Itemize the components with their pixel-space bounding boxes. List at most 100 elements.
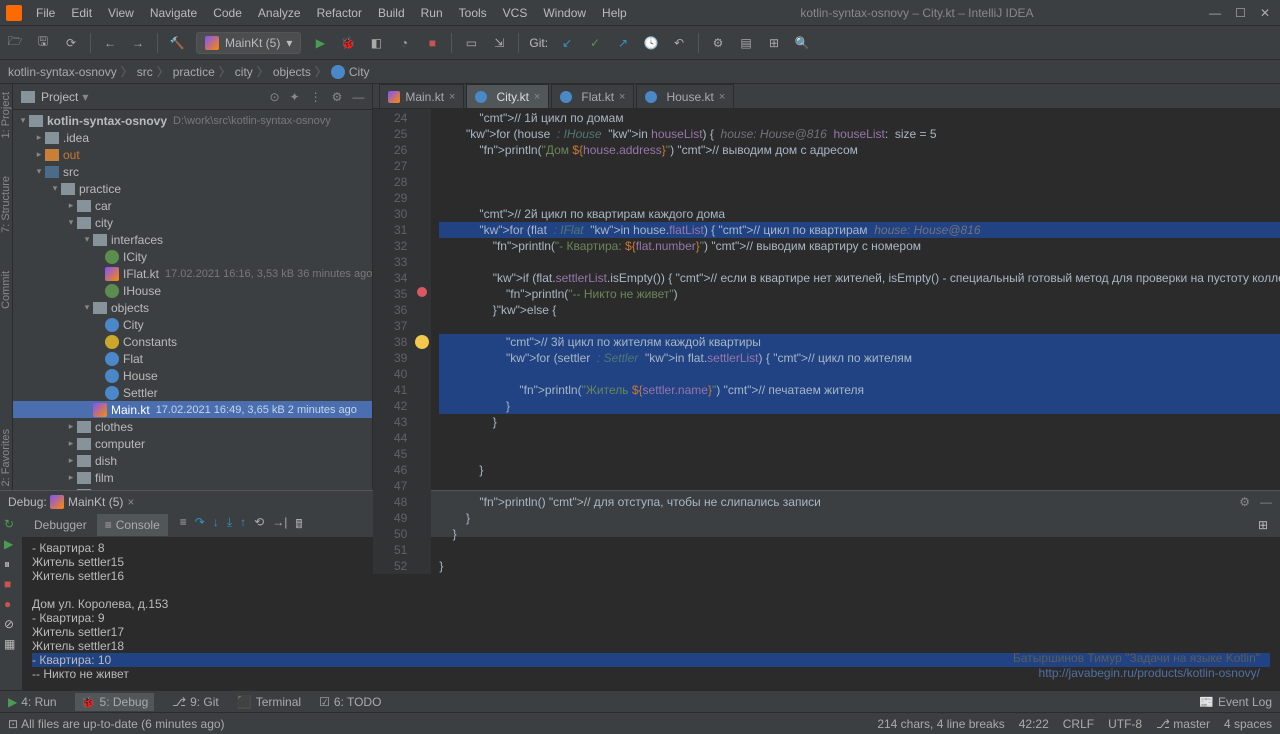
- menu-build[interactable]: Build: [370, 6, 413, 20]
- minimize-icon[interactable]: —: [1209, 6, 1221, 20]
- menu-window[interactable]: Window: [535, 6, 594, 20]
- tree-iflat[interactable]: IFlat.kt17.02.2021 16:16, 3,53 kB 36 min…: [13, 265, 372, 282]
- tree-city[interactable]: ▾city: [13, 214, 372, 231]
- tool-run[interactable]: ▶4: Run: [8, 695, 57, 709]
- build-icon[interactable]: 🔨: [168, 34, 186, 52]
- git-commit-icon[interactable]: ✓: [586, 34, 604, 52]
- collapse-icon[interactable]: ⋮: [310, 90, 322, 104]
- rerun-icon[interactable]: ↻: [4, 517, 18, 531]
- expand-icon[interactable]: ✦: [290, 90, 300, 104]
- sync-icon[interactable]: ⟳: [62, 34, 80, 52]
- tree-objects[interactable]: ▾objects: [13, 299, 372, 316]
- run-to-cursor-icon[interactable]: →|: [272, 515, 287, 536]
- tree-out[interactable]: ▸out: [13, 146, 372, 163]
- tree-clothes[interactable]: ▸clothes: [13, 418, 372, 435]
- threads-icon[interactable]: ≡: [180, 515, 187, 536]
- tool-debug[interactable]: 🐞5: Debug: [75, 693, 155, 711]
- tree-computer[interactable]: ▸computer: [13, 435, 372, 452]
- tool-project[interactable]: 1: Project: [0, 88, 12, 142]
- code-content[interactable]: "cmt">// 1й цикл по домам "kw">for (hous…: [431, 109, 1280, 574]
- tool-structure[interactable]: 7: Structure: [0, 172, 12, 237]
- menu-analyze[interactable]: Analyze: [250, 6, 309, 20]
- pause-icon[interactable]: ⏸: [4, 557, 18, 571]
- project-tree[interactable]: ▾kotlin-syntax-osnovyD:\work\src\kotlin-…: [13, 110, 372, 490]
- tab-main[interactable]: Main.kt×: [379, 84, 464, 108]
- tree-interfaces[interactable]: ▾interfaces: [13, 231, 372, 248]
- tool-favorites[interactable]: 2: Favorites: [0, 425, 12, 490]
- menu-view[interactable]: View: [100, 6, 142, 20]
- tree-idea[interactable]: ▸.idea: [13, 129, 372, 146]
- open-icon[interactable]: 🗁: [6, 34, 24, 52]
- tree-car[interactable]: ▸car: [13, 197, 372, 214]
- tab-house[interactable]: House.kt×: [636, 84, 734, 108]
- crumb-3[interactable]: city: [235, 65, 253, 79]
- close-icon[interactable]: ✕: [1260, 6, 1270, 20]
- project-header-label[interactable]: Project: [41, 90, 78, 104]
- back-icon[interactable]: ←: [101, 34, 119, 52]
- tree-flat[interactable]: Flat: [13, 350, 372, 367]
- tree-constants[interactable]: Constants: [13, 333, 372, 350]
- menu-refactor[interactable]: Refactor: [309, 6, 370, 20]
- step-into-icon[interactable]: ↓: [213, 515, 219, 536]
- status-enc[interactable]: UTF-8: [1108, 717, 1142, 731]
- gear-icon[interactable]: ⚙: [332, 90, 343, 104]
- stop-icon[interactable]: ■: [423, 34, 441, 52]
- device-icon[interactable]: ▭: [462, 34, 480, 52]
- tab-debugger[interactable]: Debugger: [26, 514, 95, 536]
- crumb-5[interactable]: City: [349, 65, 370, 79]
- crumb-4[interactable]: objects: [273, 65, 311, 79]
- tree-ihouse[interactable]: IHouse: [13, 282, 372, 299]
- forward-icon[interactable]: →: [129, 34, 147, 52]
- debug-icon[interactable]: 🐞: [339, 34, 357, 52]
- tab-console[interactable]: ≡Console: [97, 514, 168, 536]
- tool-git[interactable]: ⎇9: Git: [172, 695, 219, 709]
- tree-root[interactable]: ▾kotlin-syntax-osnovyD:\work\src\kotlin-…: [13, 112, 372, 129]
- mute-icon[interactable]: ⊘: [4, 617, 18, 631]
- menu-help[interactable]: Help: [594, 6, 635, 20]
- locate-icon[interactable]: ⊙: [269, 90, 279, 104]
- git-update-icon[interactable]: ↙: [558, 34, 576, 52]
- tool-commit[interactable]: Commit: [0, 267, 12, 313]
- hide-icon[interactable]: —: [352, 90, 364, 104]
- tree-settler[interactable]: Settler: [13, 384, 372, 401]
- evaluate-icon[interactable]: 🖩: [295, 515, 302, 536]
- tree-icity[interactable]: ICity: [13, 248, 372, 265]
- menu-tools[interactable]: Tools: [451, 6, 495, 20]
- intention-bulb-icon[interactable]: [415, 335, 429, 349]
- run-icon[interactable]: ▶: [311, 34, 329, 52]
- tree-house[interactable]: House: [13, 367, 372, 384]
- profile-icon[interactable]: ◔: [395, 34, 413, 52]
- sdk-icon[interactable]: ⊞: [765, 34, 783, 52]
- git-history-icon[interactable]: 🕓: [642, 34, 660, 52]
- run-config-select[interactable]: MainKt (5) ▾: [196, 32, 301, 54]
- drop-frame-icon[interactable]: ⟲: [254, 515, 264, 536]
- crumb-1[interactable]: src: [137, 65, 153, 79]
- tool-eventlog[interactable]: 📰Event Log: [1199, 695, 1272, 709]
- close-icon[interactable]: ×: [719, 91, 725, 103]
- status-branch[interactable]: ⎇ master: [1156, 717, 1210, 731]
- layout-icon[interactable]: ▦: [4, 637, 18, 651]
- tree-practice[interactable]: ▾practice: [13, 180, 372, 197]
- save-icon[interactable]: 🖫: [34, 34, 52, 52]
- close-icon[interactable]: ×: [449, 91, 455, 103]
- stop-icon[interactable]: ■: [4, 577, 18, 591]
- search-icon[interactable]: 🔍: [793, 34, 811, 52]
- tree-main[interactable]: Main.kt17.02.2021 16:49, 3,65 kB 2 minut…: [13, 401, 372, 418]
- tree-src[interactable]: ▾src: [13, 163, 372, 180]
- git-push-icon[interactable]: ↗: [614, 34, 632, 52]
- code-editor[interactable]: 2425262728293031323334353637383940414243…: [373, 109, 1280, 574]
- menu-navigate[interactable]: Navigate: [142, 6, 205, 20]
- breakpoint-icon[interactable]: [417, 287, 427, 297]
- step-over-icon[interactable]: ↷: [195, 515, 205, 536]
- breakpoints-icon[interactable]: ●: [4, 597, 18, 611]
- tab-city[interactable]: City.kt×: [466, 84, 549, 108]
- close-icon[interactable]: ×: [534, 91, 540, 103]
- tool-todo[interactable]: ☑6: TODO: [319, 695, 381, 709]
- status-indent[interactable]: 4 spaces: [1224, 717, 1272, 731]
- menu-run[interactable]: Run: [413, 6, 451, 20]
- menu-file[interactable]: File: [28, 6, 63, 20]
- coverage-icon[interactable]: ◧: [367, 34, 385, 52]
- step-out-icon[interactable]: ↑: [240, 515, 246, 536]
- close-icon[interactable]: ×: [619, 91, 625, 103]
- settings-icon[interactable]: ⚙: [709, 34, 727, 52]
